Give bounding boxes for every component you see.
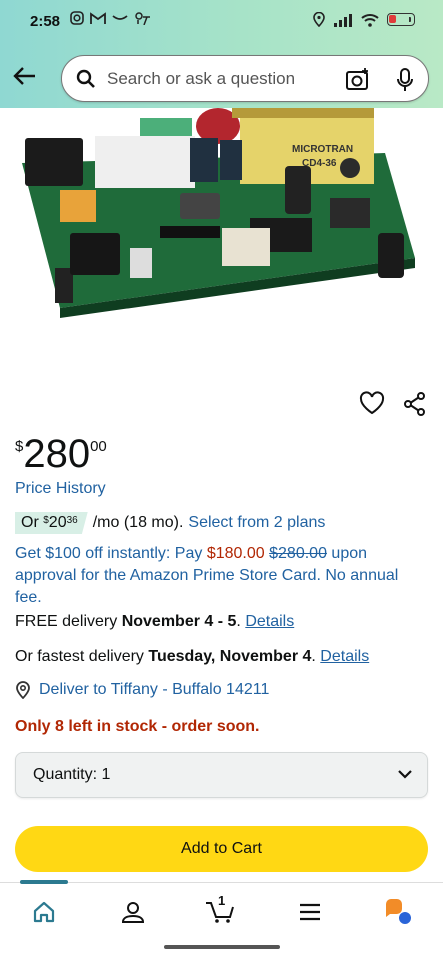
free-delivery-details-link[interactable]: Details [245,613,294,630]
account-icon [121,902,145,923]
amazon-smile-icon [112,15,128,20]
back-button[interactable] [10,62,38,90]
quantity-label: Quantity: 1 [33,766,111,783]
promo-new-price: $180.00 [206,545,265,562]
fastest-delivery-line: Or fastest delivery Tuesday, November 4.… [15,648,369,666]
share-icon[interactable] [402,391,428,417]
select-plans-link[interactable]: Select from 2 plans [188,514,325,532]
circuit-board-illustration: MICROTRAN CD4-36 [22,108,415,318]
search-placeholder: Search or ask a question [107,69,296,88]
weather-icon [135,12,150,25]
deliver-to-text: Deliver to Tiffany - Buffalo 14211 [39,681,270,698]
location-icon [313,12,325,27]
fastest-delivery-details-link[interactable]: Details [320,648,369,665]
transformer-label-1: MICROTRAN [292,144,353,155]
installment-terms: /mo (18 mo). [92,514,184,531]
gmail-icon [90,11,106,24]
deliver-to-link[interactable]: Deliver to Tiffany - Buffalo 14211 [15,681,269,699]
price-fraction: 00 [90,438,107,455]
installment-badge: Or $ 20 36 [15,512,88,534]
nav-account[interactable] [118,897,148,927]
fastest-delivery-sep: . [311,648,321,665]
heart-icon[interactable] [359,391,385,415]
store-card-promo[interactable]: Get $100 off instantly: Pay $180.00 $280… [15,543,415,609]
home-icon [33,901,55,923]
search-input[interactable]: Search or ask a question [61,55,429,102]
nav-rufus[interactable] [383,897,413,927]
add-to-cart-label: Add to Cart [181,840,262,857]
product-image[interactable]: MICROTRAN CD4-36 [0,108,443,378]
nav-cart[interactable]: 1 [205,893,235,927]
fastest-delivery-prefix: Or fastest delivery [15,648,149,665]
menu-icon [300,903,320,921]
free-delivery-prefix: FREE delivery [15,613,122,630]
installment-fraction: 36 [66,515,78,526]
price-history-link[interactable]: Price History [15,480,106,498]
home-indicator[interactable] [164,945,280,949]
free-delivery-sep: . [236,613,246,630]
promo-text-before: Get $100 off instantly: Pay [15,545,207,562]
signal-icon [334,13,352,27]
camera-lens-icon[interactable] [345,67,371,91]
free-delivery-dates: November 4 - 5 [121,613,237,630]
add-to-cart-button[interactable]: Add to Cart [15,826,428,872]
active-tab-indicator [20,880,68,884]
instagram-icon [70,11,84,25]
installment-whole: 20 [48,514,67,531]
promo-old-price: $280.00 [269,545,327,562]
nav-home[interactable] [29,897,59,927]
battery-icon [387,13,415,26]
fastest-delivery-date: Tuesday, November 4 [148,648,312,665]
stock-status: Only 8 left in stock - order soon. [15,718,260,735]
back-arrow-icon [13,67,35,85]
price-whole: 280 [23,432,91,476]
app-header: 2:58 Search or ask a question [0,0,443,108]
cart-count: 1 [218,893,226,908]
free-delivery-line: FREE delivery November 4 - 5. Details [15,613,294,631]
notification-icons [70,11,152,25]
location-pin-icon [16,681,30,699]
product-price: $ 280 00 [15,432,107,476]
chevron-down-icon [398,770,412,779]
nav-menu[interactable] [295,897,325,927]
status-time: 2:58 [30,13,61,30]
installment-prefix: Or [21,514,39,531]
search-icon [76,69,95,88]
price-symbol: $ [15,438,24,455]
rufus-icon [386,899,411,924]
microphone-icon[interactable] [395,67,415,93]
system-icons [313,12,415,27]
installment-offer: Or $ 20 36 /mo (18 mo). Select from 2 pl… [15,512,325,534]
quantity-dropdown[interactable]: Quantity: 1 [15,752,428,798]
wifi-icon [361,13,379,27]
status-bar: 2:58 [0,0,443,44]
